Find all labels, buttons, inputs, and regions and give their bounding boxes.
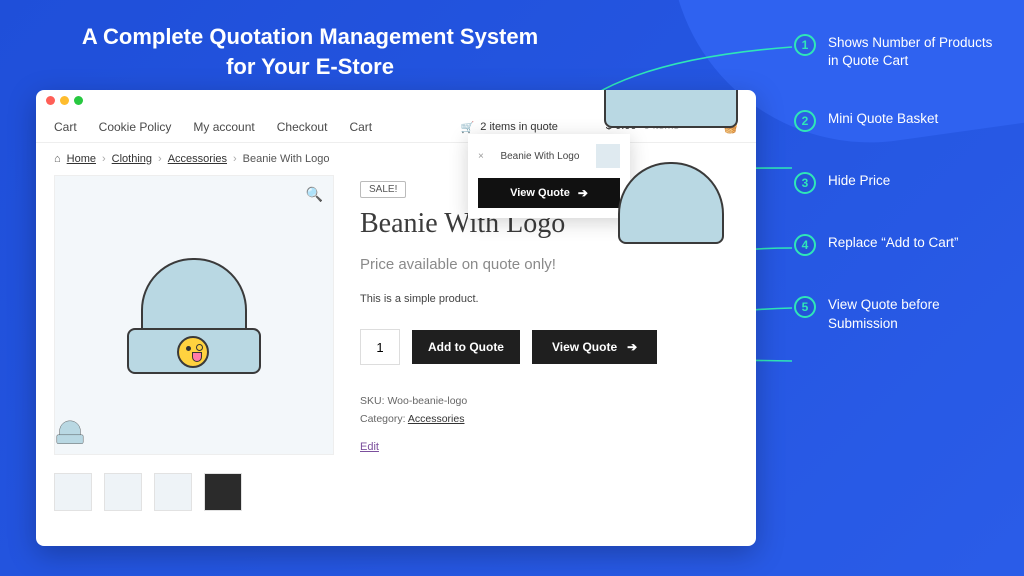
annotation-number: 3 [794, 172, 816, 194]
sku-label: SKU: [360, 395, 385, 407]
nav-item[interactable]: Checkout [277, 120, 328, 134]
annotation-item: 5 View Quote before Submission [794, 296, 1004, 332]
annotation-text: View Quote before Submission [828, 296, 1004, 332]
banner-title: A Complete Quotation Management System f… [80, 22, 540, 81]
sku-value: Woo-beanie-logo [387, 395, 467, 407]
annotation-text: Hide Price [828, 172, 890, 190]
category-link[interactable]: Accessories [408, 413, 465, 425]
quantity-input[interactable]: 1 [360, 329, 400, 365]
mini-quote-basket: × Beanie With Logo View Quote ➔ [468, 134, 630, 218]
magnify-icon[interactable]: 🔍 [306, 186, 323, 203]
product-thumb[interactable] [54, 473, 92, 511]
add-to-quote-row: 1 Add to Quote View Quote ➔ [360, 329, 738, 365]
annotation-number: 4 [794, 234, 816, 256]
view-quote-label: View Quote [552, 340, 617, 354]
breadcrumb-sep: › [158, 153, 162, 165]
quote-count-text: 2 items in quote [480, 121, 558, 133]
breadcrumb-current: Beanie With Logo [243, 153, 330, 165]
nav-item[interactable]: Cart [349, 120, 372, 134]
annotation-item: 1 Shows Number of Products in Quote Cart [794, 34, 1004, 70]
nav-item[interactable]: My account [193, 120, 254, 134]
mini-quote-product-name[interactable]: Beanie With Logo [492, 151, 588, 162]
browser-window: Cart Cookie Policy My account Checkout C… [36, 90, 756, 546]
annotation-text: Replace “Add to Cart” [828, 234, 959, 252]
breadcrumb-sep: › [233, 153, 237, 165]
view-quote-button[interactable]: View Quote ➔ [532, 330, 657, 364]
annotation-text: Shows Number of Products in Quote Cart [828, 34, 1004, 70]
product-main-image[interactable]: 🔍 [54, 175, 334, 455]
breadcrumb-link[interactable]: Home [67, 153, 96, 165]
product-thumb[interactable] [104, 473, 142, 511]
annotation-number: 1 [794, 34, 816, 56]
breadcrumb-sep: › [102, 153, 106, 165]
breadcrumb-link[interactable]: Accessories [168, 153, 227, 165]
nav-item[interactable]: Cart [54, 120, 77, 134]
add-to-quote-button[interactable]: Add to Quote [412, 330, 520, 364]
annotation-text: Mini Quote Basket [828, 110, 938, 128]
product-thumbnails [54, 473, 334, 511]
annotation-list: 1 Shows Number of Products in Quote Cart… [794, 34, 1004, 373]
product-thumb[interactable] [154, 473, 192, 511]
mini-quote-remove[interactable]: × [478, 151, 484, 162]
arrow-right-icon: ➔ [627, 340, 637, 354]
annotation-item: 3 Hide Price [794, 172, 1004, 194]
annotation-item: 2 Mini Quote Basket [794, 110, 1004, 132]
window-close-dot[interactable] [46, 96, 55, 105]
price-hidden-message: Price available on quote only! [360, 256, 738, 273]
annotation-number: 5 [794, 296, 816, 318]
mini-quote-view-label: View Quote [510, 187, 570, 199]
cart-icon: 🛒 [461, 121, 475, 134]
window-max-dot[interactable] [74, 96, 83, 105]
category-label: Category: [360, 413, 406, 425]
breadcrumb-link[interactable]: Clothing [112, 153, 152, 165]
mini-quote-view-button[interactable]: View Quote ➔ [478, 178, 620, 208]
home-icon: ⌂ [54, 153, 61, 165]
sale-badge: SALE! [360, 181, 406, 198]
product-thumb[interactable] [204, 473, 242, 511]
quote-cart-status[interactable]: 🛒 2 items in quote [461, 120, 558, 134]
edit-link[interactable]: Edit [360, 441, 379, 453]
beanie-illustration [119, 240, 269, 390]
arrow-right-icon: ➔ [578, 186, 588, 200]
product-meta: SKU: Woo-beanie-logo Category: Accessori… [360, 393, 738, 429]
annotation-number: 2 [794, 110, 816, 132]
annotation-item: 4 Replace “Add to Cart” [794, 234, 1004, 256]
product-short-description: This is a simple product. [360, 293, 738, 305]
product-gallery: 🔍 [54, 175, 334, 511]
mini-quote-thumb [596, 144, 620, 168]
window-min-dot[interactable] [60, 96, 69, 105]
nav-item[interactable]: Cookie Policy [99, 120, 172, 134]
